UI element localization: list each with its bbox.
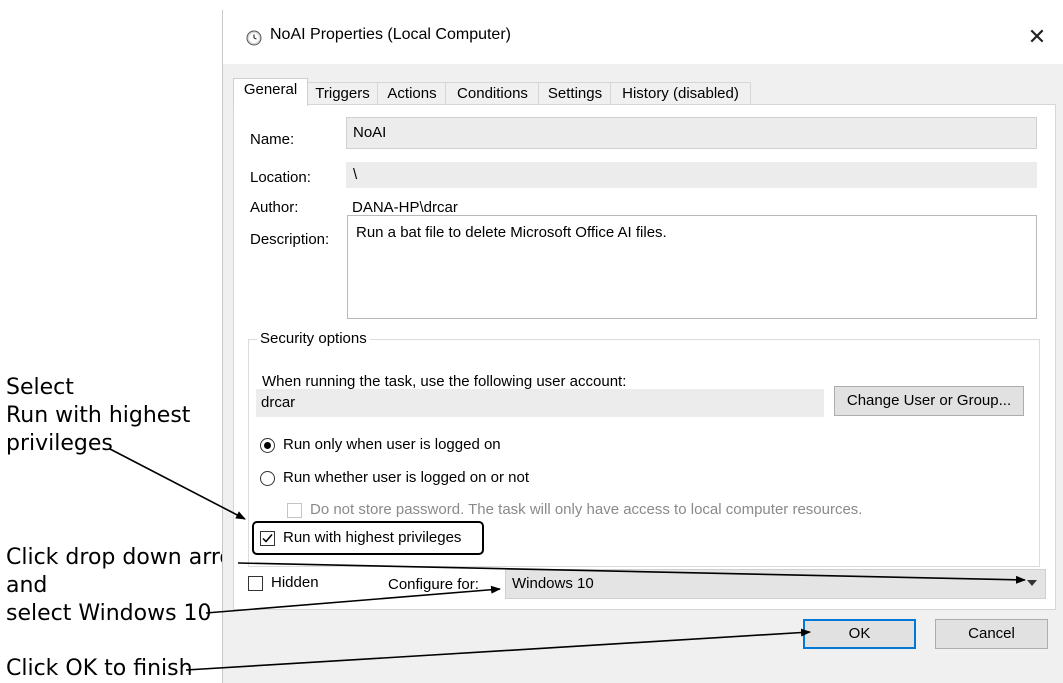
radio-run-whether-logged-on[interactable] (260, 471, 275, 486)
annotation-configure-for: Click drop down arrow and select Windows… (6, 545, 251, 626)
author-value: DANA-HP\drcar (352, 199, 458, 216)
close-button[interactable]: ✕ (1018, 20, 1056, 56)
task-scheduler-clock-icon (246, 30, 262, 46)
radio-run-only-logged-on-label: Run only when user is logged on (283, 436, 501, 453)
description-label: Description: (250, 231, 330, 248)
do-not-store-password-label: Do not store password. The task will onl… (310, 501, 863, 518)
title-bar: NoAI Properties (Local Computer) ✕ (223, 10, 1063, 64)
ok-button[interactable]: OK (803, 619, 916, 649)
close-icon: ✕ (1027, 25, 1047, 50)
radio-run-whether-logged-on-label: Run whether user is logged on or not (283, 469, 529, 486)
tab-triggers[interactable]: Triggers (306, 82, 379, 105)
name-label: Name: (250, 131, 295, 148)
general-tab-panel: Name: NoAI Location: \ Author: DANA-HP\d… (233, 104, 1056, 610)
configure-for-dropdown[interactable]: Windows 10 (505, 569, 1046, 599)
configure-for-value: Windows 10 (512, 575, 594, 592)
user-account-value: drcar (256, 389, 824, 417)
description-field[interactable]: Run a bat file to delete Microsoft Offic… (347, 215, 1037, 319)
annotation-select-privileges: Select Run with highest privileges (6, 375, 191, 456)
location-value: \ (346, 162, 1037, 188)
dialog-title: NoAI Properties (Local Computer) (270, 26, 511, 43)
cancel-button[interactable]: Cancel (935, 619, 1048, 649)
tab-general[interactable]: General (233, 78, 308, 106)
radio-run-only-logged-on[interactable] (260, 438, 275, 453)
run-highest-privileges-label: Run with highest privileges (283, 529, 462, 546)
security-options-legend: Security options (257, 330, 370, 347)
author-label: Author: (250, 199, 299, 216)
hidden-checkbox[interactable] (248, 576, 263, 591)
change-user-group-button[interactable]: Change User or Group... (834, 386, 1024, 416)
account-prompt: When running the task, use the following… (262, 373, 627, 390)
configure-for-label: Configure for: (388, 576, 479, 593)
tab-conditions[interactable]: Conditions (445, 82, 540, 105)
hidden-label: Hidden (271, 574, 319, 591)
location-label: Location: (250, 169, 311, 186)
chevron-down-icon[interactable] (1027, 580, 1037, 586)
annotation-ok-finish: Click OK to finish (6, 656, 193, 681)
checkmark-icon (262, 534, 273, 543)
radio-selected-dot (264, 442, 271, 449)
run-highest-privileges-checkbox[interactable] (260, 531, 275, 546)
name-field[interactable]: NoAI (346, 117, 1037, 149)
do-not-store-password-checkbox[interactable] (287, 503, 302, 518)
tab-actions[interactable]: Actions (377, 82, 447, 105)
tab-settings[interactable]: Settings (538, 82, 612, 105)
tab-history[interactable]: History (disabled) (610, 82, 751, 105)
task-properties-dialog: NoAI Properties (Local Computer) ✕ Gener… (222, 10, 1063, 683)
